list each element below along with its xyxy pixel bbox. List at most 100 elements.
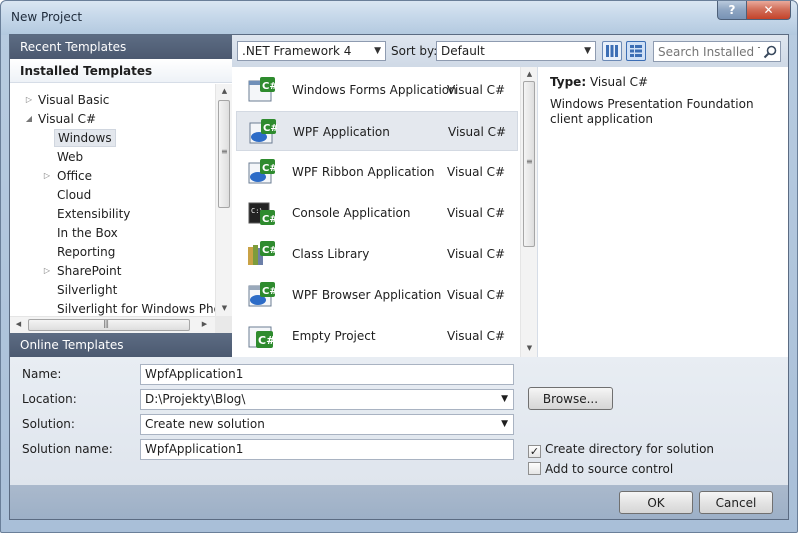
tree-item-visual-csharp[interactable]: Visual C# [35, 110, 99, 128]
tree-item-web[interactable]: Web [54, 148, 86, 166]
template-description: Windows Presentation Foundation client a… [550, 97, 754, 126]
tree-item-in-the-box[interactable]: In the Box [54, 224, 121, 242]
expand-icon[interactable]: ▷ [42, 171, 52, 181]
collapse-icon[interactable]: ◢ [24, 114, 34, 124]
name-input[interactable]: WpfApplication1 [140, 364, 514, 385]
empty-project-icon: C# [248, 326, 275, 348]
template-name: WPF Ribbon Application [292, 165, 435, 179]
scroll-thumb[interactable]: ≡ [523, 81, 535, 247]
template-name: WPF Application [293, 125, 390, 139]
small-icons-view-button[interactable] [602, 41, 622, 61]
template-name: Windows Forms Application [292, 83, 457, 97]
ok-button[interactable]: OK [619, 491, 693, 514]
add-source-control-label: Add to source control [545, 462, 674, 476]
tree-item-silverlight-phone[interactable]: Silverlight for Windows Phone [54, 300, 215, 316]
tree-item-office[interactable]: Office [54, 167, 95, 185]
tree-item-cloud[interactable]: Cloud [54, 186, 94, 204]
template-row-windows-forms[interactable]: C# Windows Forms Application Visual C# [236, 70, 518, 110]
help-icon: ? [728, 3, 736, 17]
scroll-up-icon[interactable]: ▲ [216, 87, 233, 95]
search-box[interactable] [653, 41, 781, 62]
dropdown-arrow-icon[interactable]: ▼ [501, 390, 508, 409]
template-row-console[interactable]: C:\ C# Console Application Visual C# [236, 193, 518, 233]
solution-value: Create new solution [145, 417, 265, 431]
solution-label: Solution: [22, 417, 75, 431]
scroll-down-icon[interactable]: ▼ [521, 344, 538, 352]
add-source-control-option[interactable]: Add to source control [528, 462, 673, 476]
template-row-class-library[interactable]: C# Class Library Visual C# [236, 234, 518, 274]
wpf-ribbon-icon: C# [248, 159, 276, 184]
class-library-icon: C# [248, 241, 276, 265]
name-label: Name: [22, 367, 62, 381]
tree-vertical-scrollbar[interactable]: ▲ ≡ ▼ [215, 84, 232, 316]
template-row-wpf-browser[interactable]: C# WPF Browser Application Visual C# [236, 275, 518, 315]
grip-icon: ||| [103, 319, 109, 328]
scroll-left-icon[interactable]: ◀ [10, 320, 27, 328]
scroll-right-icon[interactable]: ▶ [196, 320, 213, 328]
template-list-scrollbar[interactable]: ▲ ≡ ▼ [520, 67, 537, 357]
solution-select[interactable]: Create new solution ▼ [140, 414, 514, 435]
create-directory-checkbox[interactable]: ✓ [528, 445, 541, 458]
installed-templates-header[interactable]: Installed Templates [10, 59, 232, 83]
template-name: Console Application [292, 206, 411, 220]
location-value: D:\Projekty\Blog\ [145, 392, 246, 406]
location-combo[interactable]: D:\Projekty\Blog\ ▼ [140, 389, 514, 410]
sort-by-select[interactable]: Default ▼ [436, 41, 596, 61]
search-icon[interactable] [763, 45, 777, 59]
template-tree: ▷ Visual Basic ◢ Visual C# Windows Web ▷… [10, 84, 215, 316]
tree-item-windows[interactable]: Windows [54, 129, 116, 147]
dropdown-arrow-icon[interactable]: ▼ [501, 415, 508, 434]
template-name: WPF Browser Application [292, 288, 442, 302]
checkmark-icon: ✓ [529, 445, 540, 458]
template-row-empty-project[interactable]: C# Empty Project Visual C# [236, 316, 518, 356]
wpf-browser-icon: C# [248, 282, 276, 307]
window-title: New Project [11, 10, 83, 24]
framework-value: .NET Framework 4 [242, 44, 352, 58]
template-type: Type: Visual C# [550, 75, 648, 89]
grip-icon: ≡ [221, 147, 228, 156]
tree-item-sharepoint[interactable]: SharePoint [54, 262, 124, 280]
title-bar[interactable]: New Project ? ✕ [1, 1, 797, 35]
scroll-thumb[interactable]: ≡ [218, 100, 230, 208]
template-name: Empty Project [292, 329, 376, 343]
tree-item-silverlight[interactable]: Silverlight [54, 281, 120, 299]
online-templates-header[interactable]: Online Templates [10, 333, 232, 357]
svg-text:C#: C# [258, 334, 275, 347]
tree-horizontal-scrollbar[interactable]: ◀ ||| ▶ [10, 316, 215, 333]
tree-item-visual-basic[interactable]: Visual Basic [35, 91, 112, 109]
create-directory-option[interactable]: ✓ Create directory for solution [528, 442, 714, 458]
medium-icons-view-button[interactable] [626, 41, 646, 61]
template-language: Visual C# [447, 165, 506, 179]
template-row-wpf-ribbon[interactable]: C# WPF Ribbon Application Visual C# [236, 152, 518, 192]
search-input[interactable] [656, 43, 762, 60]
sort-by-label: Sort by: [391, 44, 438, 58]
caption-buttons: ? ✕ [717, 1, 791, 20]
help-button[interactable]: ? [717, 1, 747, 20]
expand-icon[interactable]: ▷ [24, 95, 34, 105]
sort-by-value: Default [441, 44, 485, 58]
tree-item-extensibility[interactable]: Extensibility [54, 205, 133, 223]
scroll-thumb[interactable]: ||| [28, 319, 190, 331]
template-language: Visual C# [447, 206, 506, 220]
expand-icon[interactable]: ▷ [42, 266, 52, 276]
cancel-button[interactable]: Cancel [699, 491, 773, 514]
solution-name-input[interactable]: WpfApplication1 [140, 439, 514, 460]
scroll-up-icon[interactable]: ▲ [521, 70, 538, 78]
template-row-wpf-application[interactable]: C# WPF Application Visual C# [236, 111, 518, 151]
type-value: Visual C# [589, 75, 649, 89]
grip-icon: ≡ [526, 157, 533, 166]
add-source-control-checkbox[interactable] [528, 462, 541, 475]
tree-item-reporting[interactable]: Reporting [54, 243, 118, 261]
console-icon: C:\ C# [248, 202, 276, 225]
scroll-down-icon[interactable]: ▼ [216, 304, 233, 312]
browse-button[interactable]: Browse... [528, 387, 613, 410]
list-view-icon [606, 45, 618, 57]
close-button[interactable]: ✕ [747, 1, 791, 20]
template-list: C# Windows Forms Application Visual C# C… [232, 67, 520, 357]
svg-text:C#: C# [262, 214, 276, 225]
template-name: Class Library [292, 247, 370, 261]
wpf-icon: C# [249, 119, 277, 144]
recent-templates-header[interactable]: Recent Templates [10, 35, 232, 59]
svg-text:C#: C# [262, 245, 276, 256]
framework-select[interactable]: .NET Framework 4 ▼ [237, 41, 386, 61]
